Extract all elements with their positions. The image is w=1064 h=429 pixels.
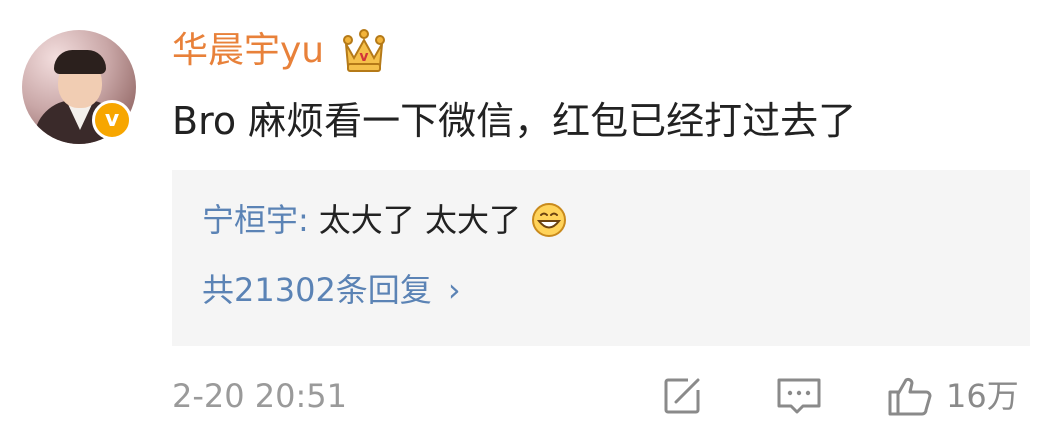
reply-box[interactable]: 宁桓宇: 太大了 太大了 共21302条回复 › (172, 170, 1030, 346)
svg-text:v: v (359, 49, 368, 65)
username[interactable]: 华晨宇yu (172, 28, 324, 74)
share-button[interactable] (660, 374, 704, 418)
view-replies-label: 共21302条回复 (202, 271, 432, 309)
reply-text: 太大了 太大了 (318, 201, 521, 239)
crown-icon: v (343, 29, 385, 72)
like-count: 16万 (946, 377, 1019, 415)
thumbs-up-icon (888, 377, 932, 416)
reply-line: 宁桓宇: 太大了 太大了 (202, 198, 567, 242)
grin-emoji-icon (531, 203, 566, 237)
comment-timestamp: 2-20 20:51 (172, 377, 348, 415)
avatar-hair (54, 50, 106, 74)
verified-badge-icon: v (92, 100, 132, 140)
reply-colon: : (298, 201, 309, 239)
view-replies-link[interactable]: 共21302条回复 › (202, 268, 461, 312)
like-button[interactable]: 16万 (886, 374, 1019, 418)
comment-button[interactable] (775, 374, 823, 418)
reply-author[interactable]: 宁桓宇 (202, 198, 298, 242)
share-icon (664, 378, 700, 414)
comment-icon (777, 378, 821, 414)
comment-text: Bro 麻烦看一下微信，红包已经打过去了 (172, 99, 857, 143)
chevron-right-icon: › (447, 271, 461, 309)
